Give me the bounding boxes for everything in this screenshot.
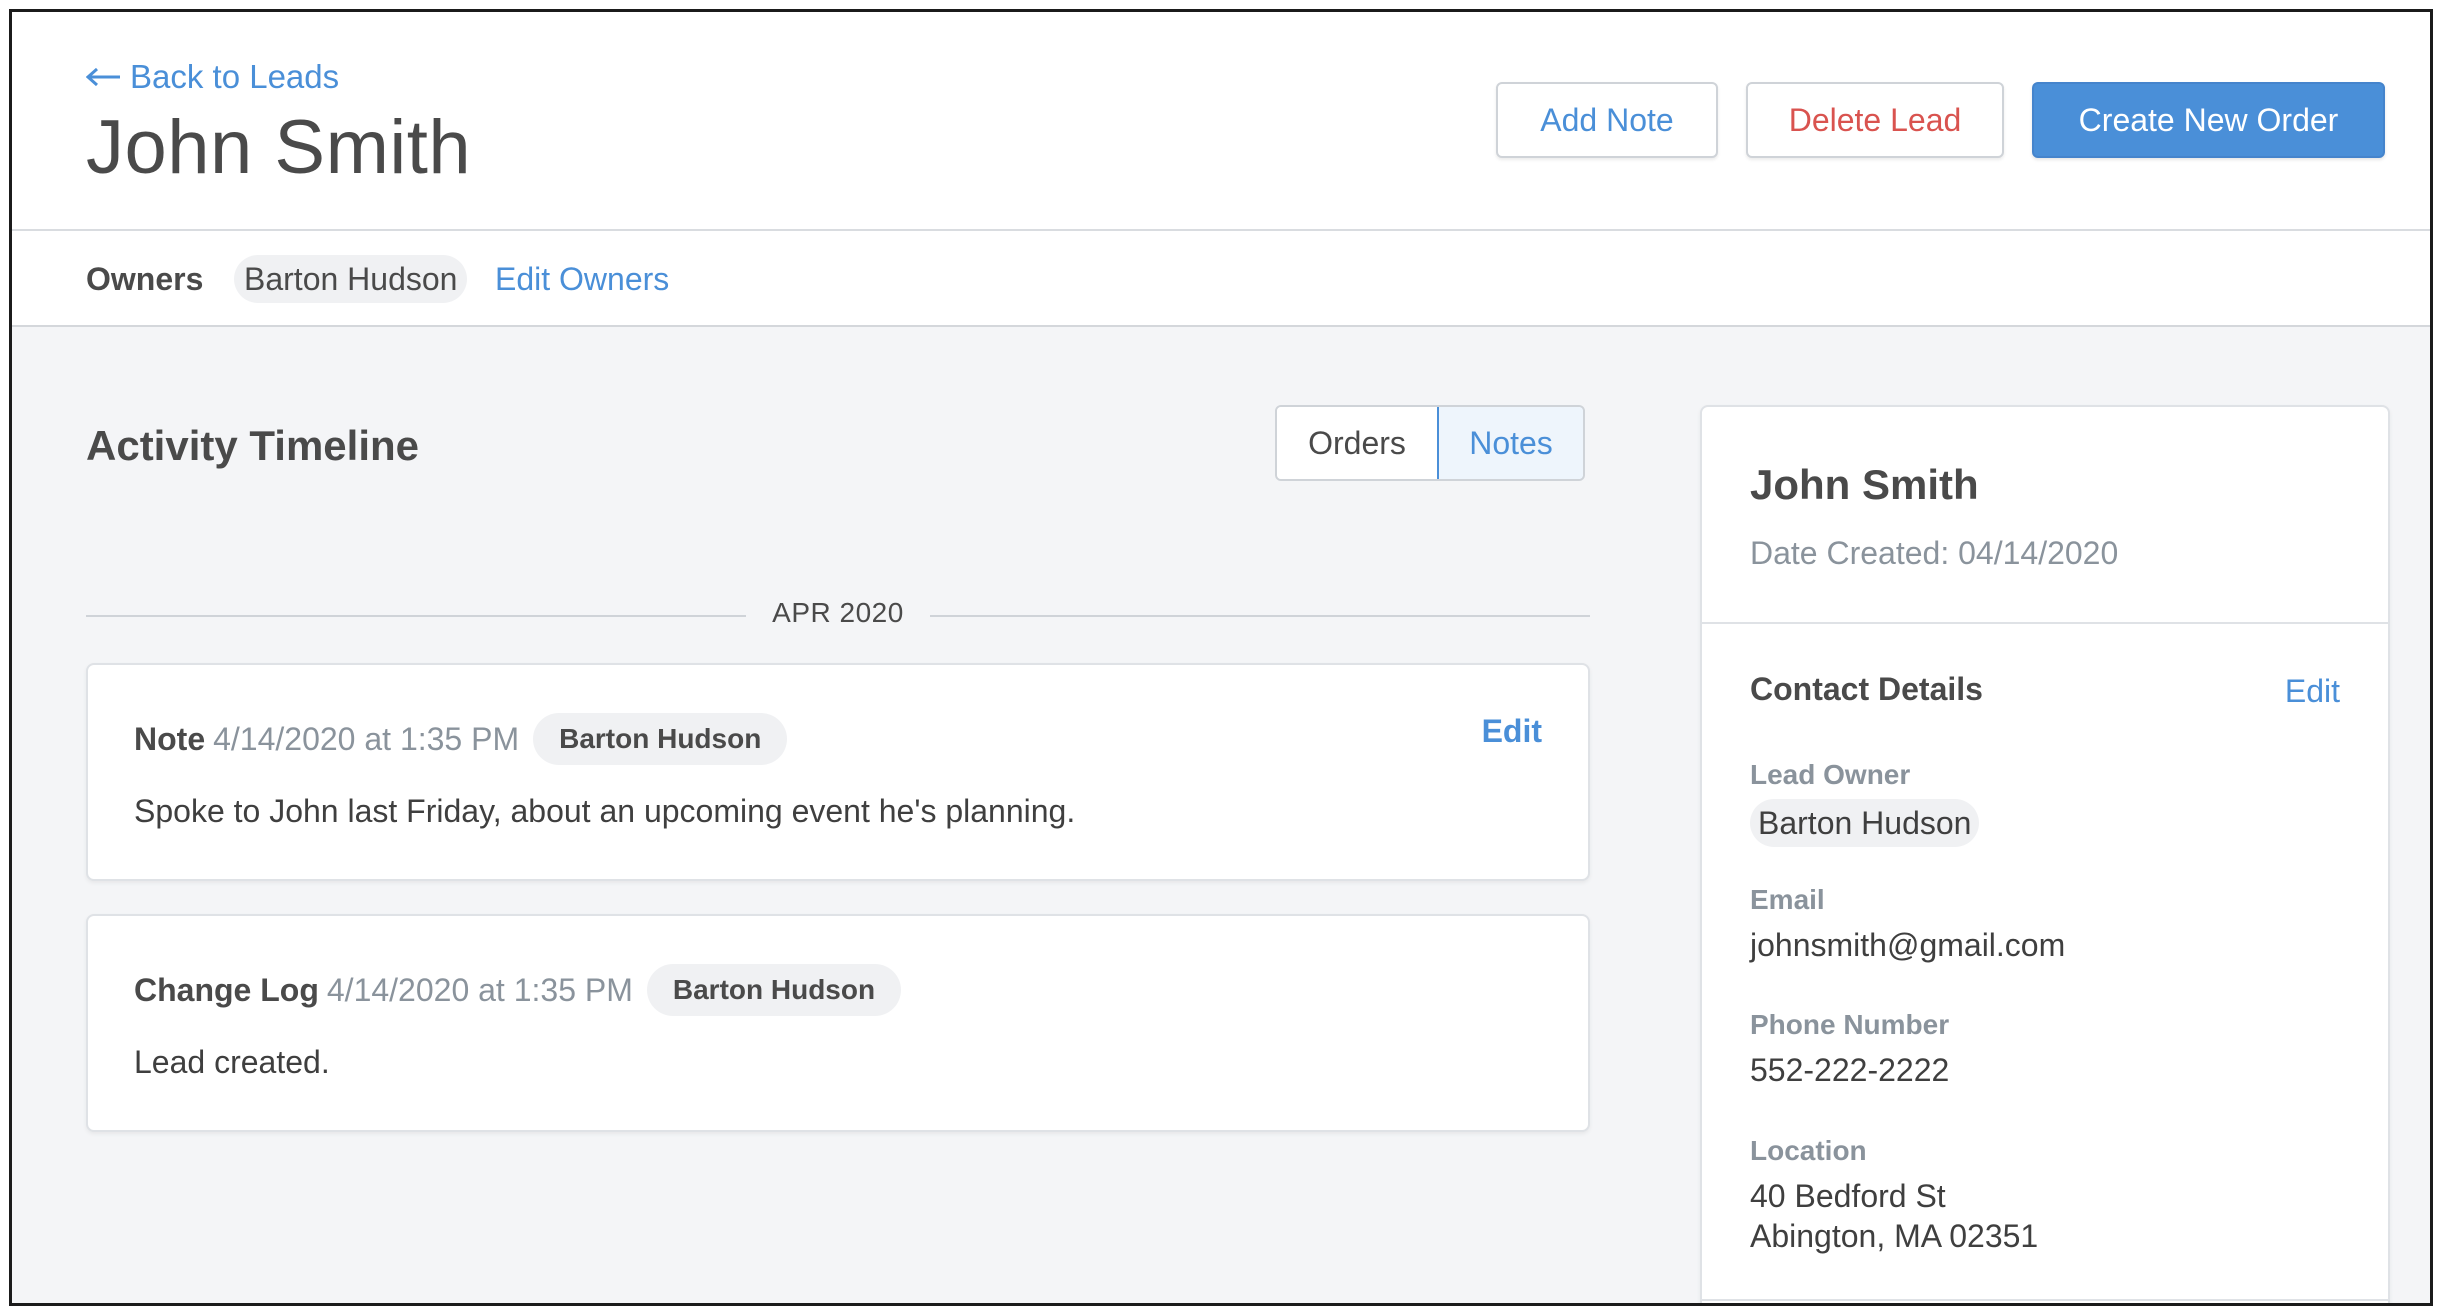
lead-details-panel: John Smith Date Created: 04/14/2020 Cont… xyxy=(1700,405,2390,1303)
entry-body: Lead created. xyxy=(134,1044,330,1080)
owner-chip: Barton Hudson xyxy=(234,255,468,303)
activity-timeline-title: Activity Timeline xyxy=(86,422,420,469)
timeline-tab-group: Orders Notes xyxy=(1275,405,1585,481)
panel-divider xyxy=(1702,622,2388,624)
timeline-entry-note: Note 4/14/2020 at 1:35 PM Barton Hudson … xyxy=(86,663,1590,881)
arrow-left-icon xyxy=(86,67,120,87)
phone-label: Phone Number xyxy=(1750,1009,1950,1040)
phone-value: 552-222-2222 xyxy=(1750,1052,1950,1088)
lead-name: John Smith xyxy=(1750,461,1979,508)
entry-meta: Change Log 4/14/2020 at 1:35 PM Barton H… xyxy=(134,964,902,1016)
contact-details-title: Contact Details xyxy=(1750,671,1983,707)
entry-author-chip: Barton Hudson xyxy=(533,713,788,765)
entry-kind: Note xyxy=(134,720,206,757)
entry-author-chip: Barton Hudson xyxy=(646,964,902,1016)
owners-label: Owners xyxy=(86,261,204,297)
location-line-2: Abington, MA 02351 xyxy=(1750,1218,2039,1254)
entry-time: 4/14/2020 at 1:35 PM xyxy=(213,720,520,757)
panel-divider-bottom xyxy=(1702,1299,2388,1301)
location-line-1: 40 Bedford St xyxy=(1750,1178,1946,1214)
tab-orders[interactable]: Orders xyxy=(1277,407,1437,479)
entry-time: 4/14/2020 at 1:35 PM xyxy=(326,971,633,1008)
lead-owner-chip: Barton Hudson xyxy=(1750,799,1980,847)
edit-contact-link[interactable]: Edit xyxy=(2285,673,2340,710)
month-divider: APR 2020 xyxy=(86,595,1590,635)
back-to-leads-link[interactable]: Back to Leads xyxy=(86,58,339,96)
lead-owner-label: Lead Owner xyxy=(1750,759,1911,790)
email-label: Email xyxy=(1750,884,1825,915)
location-label: Location xyxy=(1750,1135,1867,1166)
add-note-button[interactable]: Add Note xyxy=(1496,82,1718,158)
edit-owners-link[interactable]: Edit Owners xyxy=(495,261,669,298)
tab-notes[interactable]: Notes xyxy=(1437,407,1583,479)
create-new-order-button[interactable]: Create New Order xyxy=(2032,82,2385,158)
app-frame: Back to Leads John Smith Add Note Delete… xyxy=(9,9,2433,1306)
edit-note-link[interactable]: Edit xyxy=(1482,713,1542,750)
timeline-entry-change-log: Change Log 4/14/2020 at 1:35 PM Barton H… xyxy=(86,914,1590,1132)
date-created: Date Created: 04/14/2020 xyxy=(1750,535,2119,571)
back-to-leads-label: Back to Leads xyxy=(130,58,340,95)
email-value: johnsmith@gmail.com xyxy=(1750,927,2066,963)
owners-bar: Owners Barton Hudson Edit Owners xyxy=(12,231,2430,327)
page-title: John Smith xyxy=(86,105,472,190)
entry-kind: Change Log xyxy=(134,971,319,1008)
page-header: Back to Leads John Smith Add Note Delete… xyxy=(12,12,2430,231)
month-label: APR 2020 xyxy=(772,597,904,628)
entry-body: Spoke to John last Friday, about an upco… xyxy=(134,793,1076,829)
entry-meta: Note 4/14/2020 at 1:35 PM Barton Hudson xyxy=(134,713,788,765)
delete-lead-button[interactable]: Delete Lead xyxy=(1746,82,2004,158)
